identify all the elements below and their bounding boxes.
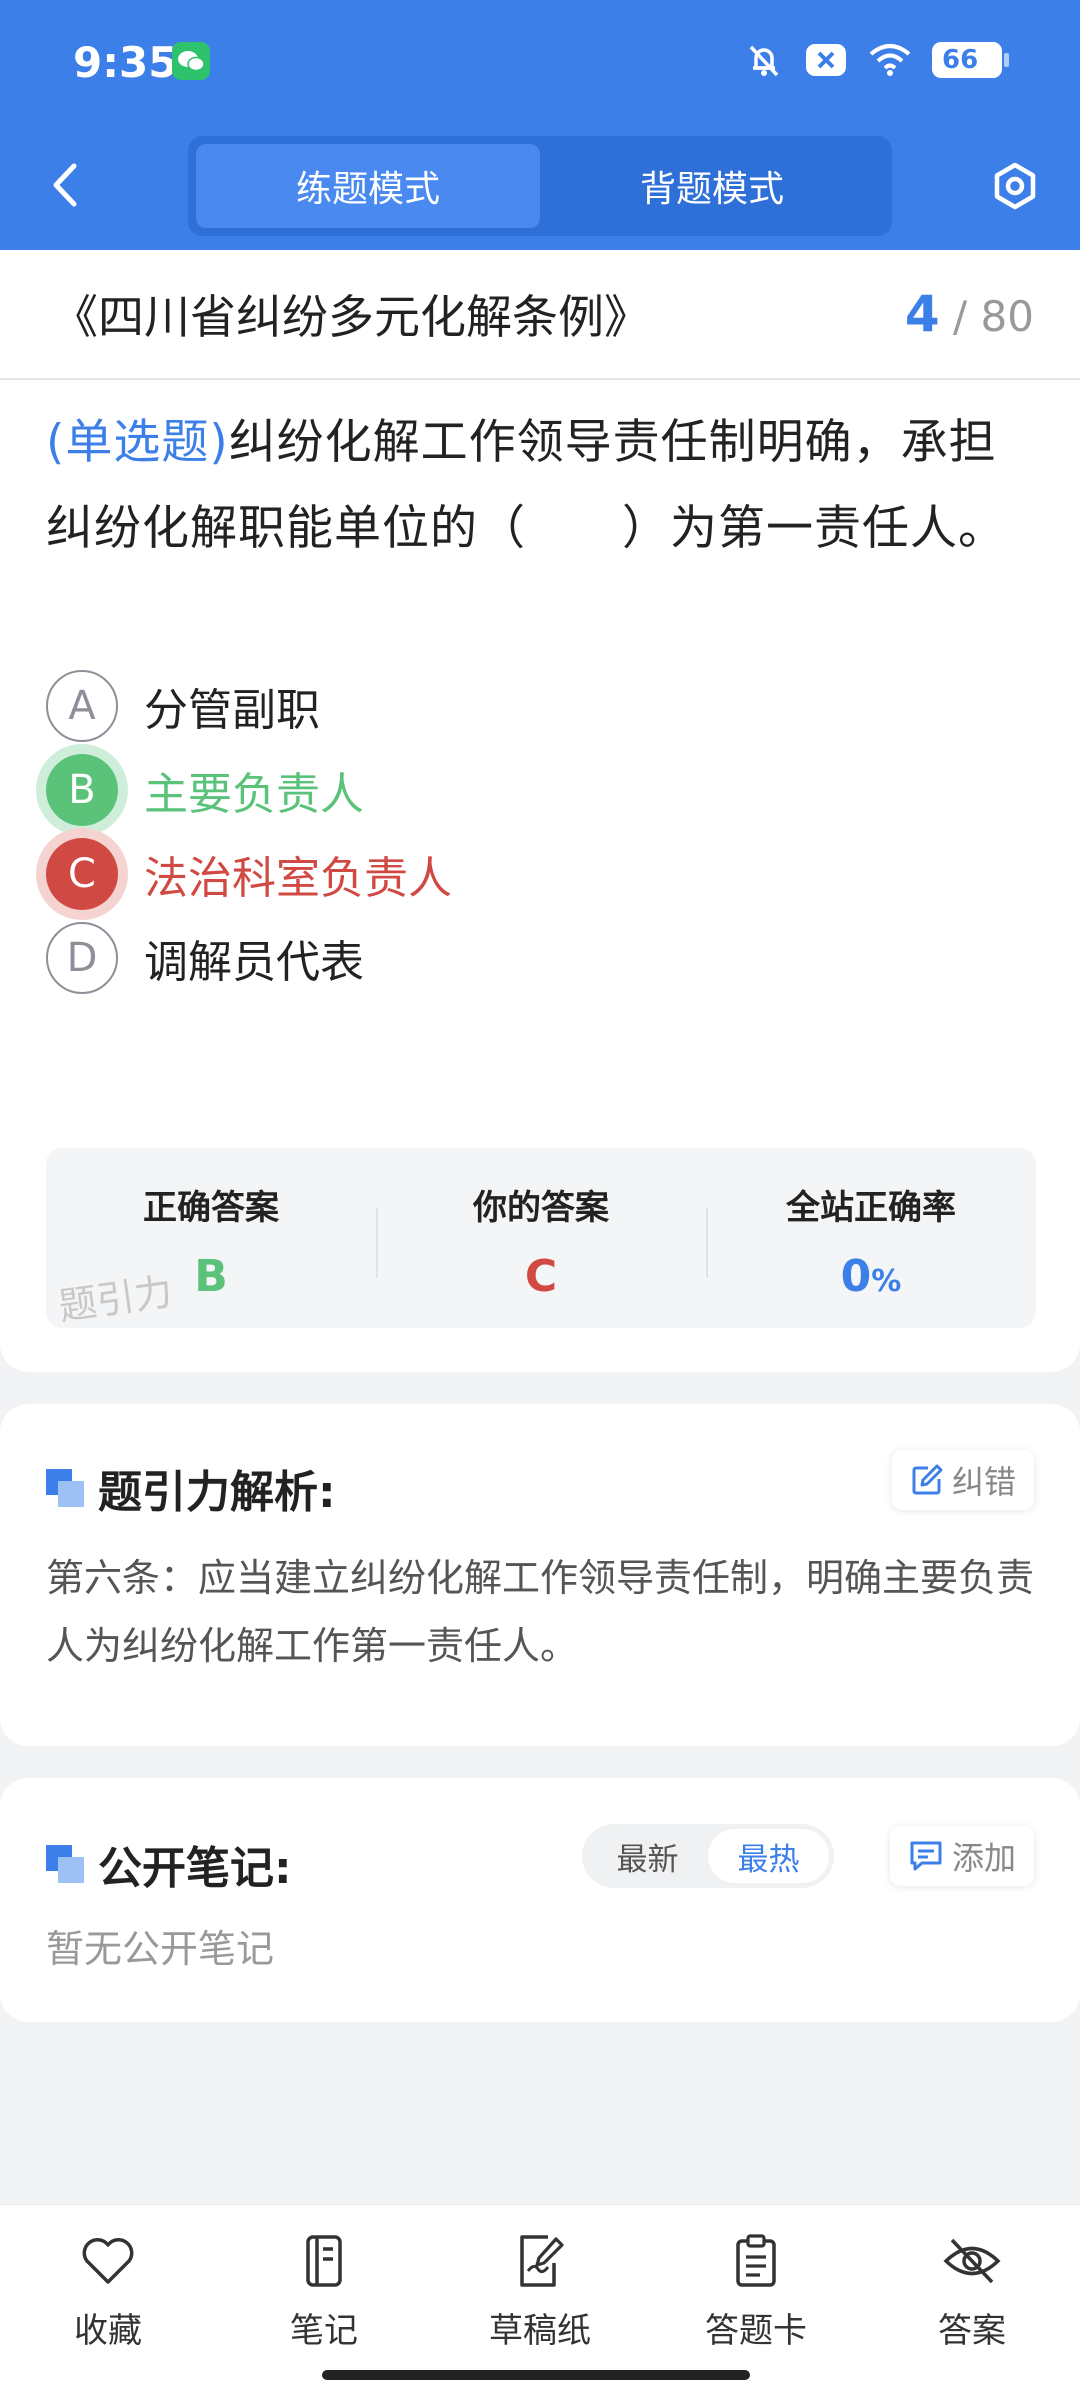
status-time: 9:35 [73,38,178,87]
settings-icon [994,162,1036,210]
question-text: (单选题)纠纷化解工作领导责任制明确，承担纠纷化解职能单位的（ ）为第一责任人。 [46,400,1036,572]
notes-header: 公开笔记: [46,1832,292,1896]
report-error-button[interactable]: 纠错 [891,1450,1034,1510]
answer-stats: 正确答案 B 题引力 你的答案 C 全站正确率 0% [46,1148,1036,1329]
option-d[interactable]: D 调解员代表 [46,908,364,1008]
nav-label: 笔记 [290,2311,358,2351]
accuracy-value: 0% [841,1251,902,1302]
accuracy-stat: 全站正确率 0% [706,1148,1036,1328]
analysis-header: 题引力解析: [46,1456,336,1520]
section-squares-icon [46,1469,84,1507]
option-text: 分管副职 [144,685,320,736]
analysis-card: 题引力解析: 纠错 第六条：应当建立纠纷化解工作领导责任制，明确主要负责人为纠纷… [0,1404,1080,1746]
nav-favorite[interactable]: 收藏 [0,2205,216,2400]
option-letter: B [46,754,118,826]
add-note-button[interactable]: 添加 [889,1826,1034,1886]
comment-icon [910,1841,942,1871]
home-indicator[interactable] [322,2370,750,2380]
notes-card: 公开笔记: 最新 最热 添加 暂无公开笔记 [0,1778,1080,2022]
nav-label: 答案 [938,2311,1006,2351]
notebook-icon [294,2231,354,2291]
wifi-icon [869,44,911,76]
nav-label: 答题卡 [705,2311,807,2351]
add-note-label: 添加 [951,1839,1016,1877]
mode-switch: 练题模式 背题模式 [188,136,892,236]
wechat-icon [172,42,210,80]
tab-practice-mode[interactable]: 练题模式 [196,144,540,228]
answer-sheet-icon [726,2231,786,2291]
question-header: 《四川省纠纷多元化解条例》 4 / 80 [0,250,1080,380]
back-button[interactable] [40,158,90,212]
option-letter: C [46,838,118,910]
battery-indicator: 66 [932,42,1009,78]
accuracy-unit: % [871,1264,902,1299]
your-answer-stat: 你的答案 C [376,1148,706,1328]
top-bar: 9:35 66 练题模式 背题模式 [0,0,1080,250]
your-answer-value: C [524,1251,558,1302]
question-card: 《四川省纠纷多元化解条例》 4 / 80 (单选题)纠纷化解工作领导责任制明确，… [0,250,1080,1372]
nav-label: 草稿纸 [489,2311,591,2351]
battery-level: 66 [942,45,979,75]
notes-sort-toggle: 最新 最热 [582,1824,834,1888]
stat-label: 你的答案 [473,1188,609,1228]
notes-title: 公开笔记: [98,1843,292,1894]
sort-hottest[interactable]: 最热 [708,1829,829,1883]
section-squares-icon [46,1845,84,1883]
total-questions: 80 [980,292,1034,341]
correct-answer-stat: 正确答案 B 题引力 [46,1148,376,1329]
stat-label: 正确答案 [143,1188,279,1228]
exam-title: 《四川省纠纷多元化解条例》 [52,290,650,344]
heart-icon [78,2231,138,2291]
accuracy-number: 0 [840,1251,872,1302]
tab-memorize-mode[interactable]: 背题模式 [540,144,884,228]
close-notification-icon [806,44,846,76]
settings-button[interactable] [984,156,1046,216]
option-letter: D [46,922,118,994]
report-error-label: 纠错 [951,1463,1016,1501]
option-text: 调解员代表 [144,937,364,988]
correct-answer-value: B [194,1251,228,1302]
edit-icon [912,1464,943,1495]
chevron-left-icon [53,163,77,207]
question-type: (单选题) [46,415,229,470]
status-icons: 66 [744,40,1009,80]
sort-newest[interactable]: 最新 [587,1829,708,1883]
draft-paper-icon [510,2231,570,2291]
mute-bell-icon [749,45,779,77]
analysis-text: 第六条：应当建立纠纷化解工作领导责任制，明确主要负责人为纠纷化解工作第一责任人。 [46,1556,1035,1668]
current-question-number: 4 [904,285,940,343]
option-text: 法治科室负责人 [144,853,452,904]
question-counter[interactable]: 4 / 80 [905,285,1034,343]
watermark-text: 题引力 [55,1269,176,1329]
counter-separator: / [953,292,968,341]
option-text: 主要负责人 [144,769,364,820]
stat-label: 全站正确率 [786,1188,956,1228]
nav-show-answer[interactable]: 答案 [864,2205,1080,2400]
nav-label: 收藏 [74,2311,142,2351]
option-letter: A [46,670,118,742]
eye-off-icon [942,2231,1002,2291]
analysis-title: 题引力解析: [98,1467,336,1518]
empty-notes-text: 暂无公开笔记 [46,1927,275,1971]
